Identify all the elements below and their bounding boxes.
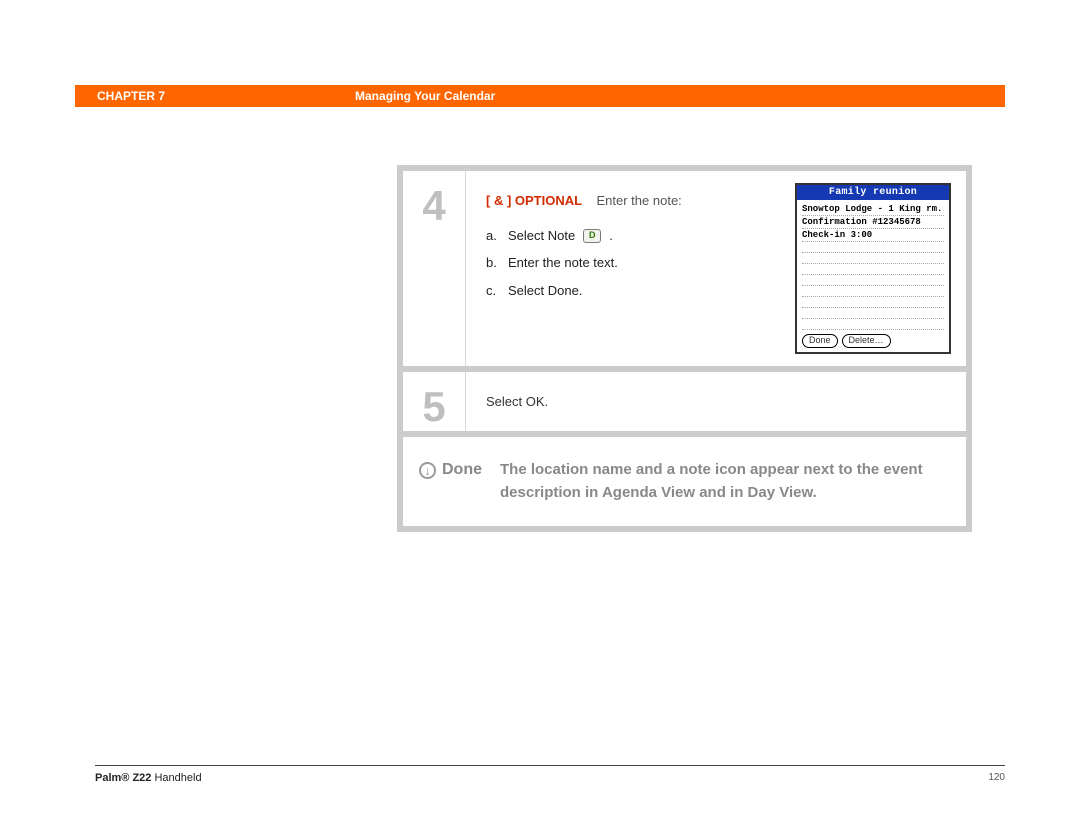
palm-button-row: Done Delete… — [802, 334, 944, 348]
substep-c-text: Select Done. — [508, 277, 582, 304]
step-4-number: 4 — [422, 185, 445, 227]
footer-product: Palm® Z22 Handheld — [95, 772, 202, 784]
substep-c-letter: c. — [486, 277, 500, 304]
note-icon-glyph: D — [589, 231, 596, 240]
footer-page-number: 120 — [988, 772, 1005, 784]
step-4-card: 4 [ & ] OPTIONAL Enter the note: a. Sele… — [403, 171, 966, 366]
substep-a-letter: a. — [486, 222, 500, 249]
palm-blank-line — [802, 319, 944, 330]
optional-badge: [ & ] OPTIONAL — [486, 193, 582, 208]
palm-note-body: Snowtop Lodge - 1 King rm. Confirmation … — [797, 200, 949, 352]
palm-note-line-3: Check-in 3:00 — [802, 229, 944, 242]
step-5-number: 5 — [422, 386, 445, 428]
done-card: ↓ Done The location name and a note icon… — [403, 437, 966, 526]
palm-blank-line — [802, 308, 944, 319]
step-4-body: [ & ] OPTIONAL Enter the note: a. Select… — [465, 171, 966, 366]
done-indicator: ↓ Done — [419, 459, 482, 479]
step-number-column: 4 — [403, 171, 465, 366]
palm-blank-line — [802, 253, 944, 264]
palm-blank-line — [802, 242, 944, 253]
step-5-card: 5 Select OK. — [403, 372, 966, 431]
footer-product-bold: Palm® Z22 — [95, 772, 151, 784]
substep-a-period: . — [609, 222, 613, 249]
steps-container: 4 [ & ] OPTIONAL Enter the note: a. Sele… — [397, 165, 972, 532]
palm-delete-button[interactable]: Delete… — [842, 334, 891, 348]
palm-note-title: Family reunion — [797, 185, 949, 200]
substep-b-letter: b. — [486, 249, 500, 276]
palm-note-line-2: Confirmation #12345678 — [802, 216, 944, 229]
palm-blank-line — [802, 275, 944, 286]
palm-blank-line — [802, 297, 944, 308]
palm-done-button[interactable]: Done — [802, 334, 838, 348]
palm-note-line-1: Snowtop Lodge - 1 King rm. — [802, 203, 944, 216]
substep-a-text: Select Note — [508, 222, 575, 249]
chapter-title: Managing Your Calendar — [355, 89, 495, 103]
substep-b-text: Enter the note text. — [508, 249, 618, 276]
done-label: Done — [442, 461, 482, 479]
done-description: The location name and a note icon appear… — [500, 459, 944, 504]
palm-screenshot: Family reunion Snowtop Lodge - 1 King rm… — [795, 183, 951, 354]
footer-product-rest: Handheld — [151, 772, 201, 784]
optional-instruction: Enter the note: — [597, 193, 682, 208]
step-5-text: Select OK. — [486, 394, 548, 409]
note-icon: D — [583, 229, 601, 243]
palm-blank-line — [802, 264, 944, 275]
arrow-down-circle-icon: ↓ — [419, 462, 436, 479]
step-number-column: 5 — [403, 372, 465, 431]
palm-blank-line — [802, 286, 944, 297]
page-footer: Palm® Z22 Handheld 120 — [95, 765, 1005, 784]
step-5-body: Select OK. — [465, 372, 966, 431]
chapter-header-bar: CHAPTER 7 Managing Your Calendar — [75, 85, 1005, 107]
chapter-label: CHAPTER 7 — [97, 89, 165, 103]
